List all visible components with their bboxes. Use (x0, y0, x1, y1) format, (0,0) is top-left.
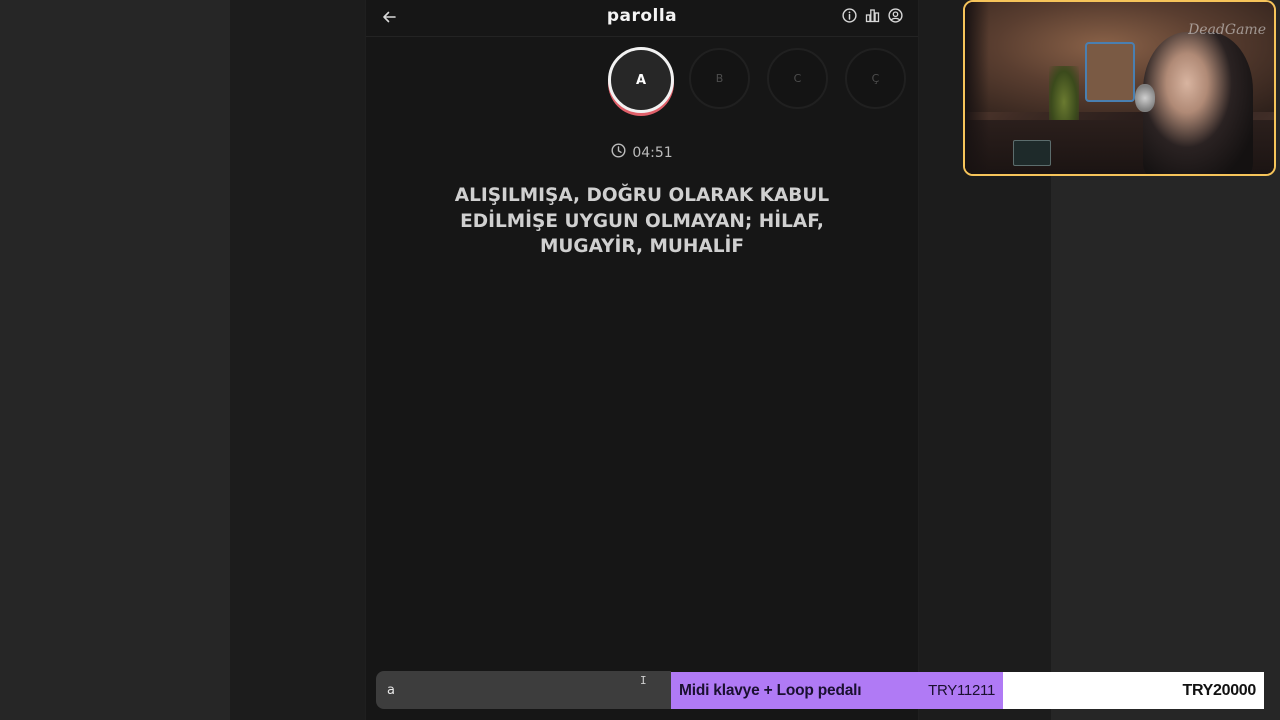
game-column: parolla A B C Ç 04:51 ALIŞILMIŞA, DOĞRU … (365, 0, 919, 720)
letter-label: B (715, 72, 724, 85)
timer: 04:51 (366, 143, 918, 162)
bar-chart-icon (865, 8, 880, 27)
letter-label: A (635, 72, 647, 88)
webcam-streamer (1143, 32, 1253, 174)
clock-icon (611, 143, 626, 162)
stats-button[interactable] (864, 8, 881, 26)
webcam-watermark: DeadGame (1188, 22, 1266, 38)
donation-item-label: Midi klavye + Loop pedalı (679, 681, 862, 699)
donation-progress: Midi klavye + Loop pedalı TRY11211 (671, 672, 1003, 709)
game-header: parolla (366, 0, 918, 37)
question-text: ALIŞILMIŞA, DOĞRU OLARAK KABUL EDİLMİŞE … (454, 185, 830, 257)
webcam-plant (1049, 66, 1079, 126)
info-icon (842, 7, 857, 27)
donation-goal: TRY20000 (1003, 672, 1264, 709)
user-circle-icon (888, 7, 903, 27)
info-button[interactable] (841, 7, 858, 27)
left-side-panel (0, 0, 230, 720)
webcam-overlay: DeadGame (963, 0, 1276, 176)
header-icon-group (841, 7, 904, 27)
letter-label: Ç (871, 72, 880, 85)
page-title: parolla (606, 6, 678, 26)
text-cursor-icon: I (640, 674, 647, 687)
webcam-shade (965, 2, 989, 174)
letter-label: C (793, 72, 802, 85)
profile-button[interactable] (887, 7, 904, 27)
webcam-shelf (1085, 42, 1135, 102)
microphone-icon (1135, 84, 1155, 112)
letter-a[interactable]: A (608, 47, 674, 113)
answer-bar (376, 671, 671, 709)
answer-input[interactable] (387, 679, 627, 701)
letter-wheel: A B C Ç (608, 47, 918, 117)
letter-c[interactable]: C (767, 48, 828, 109)
screen: parolla A B C Ç 04:51 ALIŞILMIŞA, DOĞRU … (0, 0, 1280, 720)
donation-goal-amount: TRY20000 (1182, 681, 1257, 699)
webcam-device (1013, 140, 1051, 166)
timer-value: 04:51 (632, 144, 673, 161)
donation-amount: TRY11211 (928, 682, 995, 699)
letter-b[interactable]: B (689, 48, 750, 109)
letter-c-cedilla[interactable]: Ç (845, 48, 906, 109)
